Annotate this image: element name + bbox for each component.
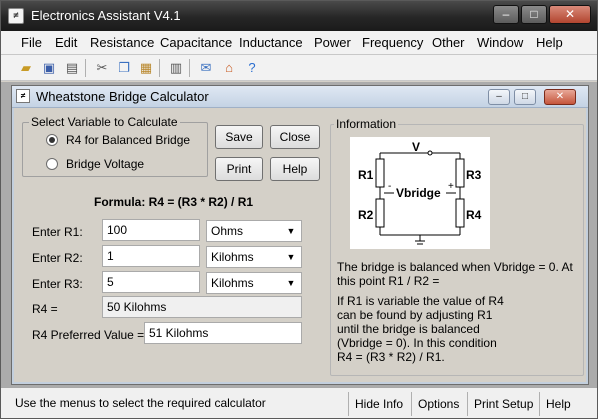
diagram-plus-label: + [448, 181, 454, 192]
print-button[interactable]: Print [215, 157, 263, 181]
wheatstone-diagram: V R1 R3 R2 R4 - + Vbridge [350, 137, 490, 249]
r1-resistor [375, 158, 385, 188]
r2-input[interactable]: 1 [102, 245, 200, 267]
status-text: Use the menus to select the required cal… [15, 396, 266, 410]
r1-input[interactable]: 100 [102, 219, 200, 241]
radio-r4[interactable] [46, 134, 58, 146]
options-button[interactable]: Options [411, 392, 459, 416]
toolbar-separator [159, 59, 160, 77]
r4-result: 50 Kilohms [102, 296, 302, 318]
maximize-button[interactable]: □ [521, 5, 547, 24]
r2-unit-select[interactable]: Kilohms ▼ [206, 246, 302, 268]
toolbar-separator [189, 59, 190, 77]
r3-resistor [455, 158, 465, 188]
help-button[interactable]: Help [270, 157, 320, 181]
diagram-r3-label: R3 [466, 168, 482, 182]
menu-power[interactable]: Power [314, 35, 351, 50]
r3-label: Enter R3: [32, 277, 83, 291]
status-help-button[interactable]: Help [539, 392, 571, 416]
toolbar: ▰ ▣ ▤ ✂ ❐ ▦ ▥ ✉ ⌂ ? [1, 55, 597, 81]
diagram-r1-label: R1 [358, 168, 374, 182]
calculator-window-icon: ≠ [16, 89, 30, 103]
chevron-down-icon: ▼ [286, 226, 296, 236]
toolbar-separator [85, 59, 86, 77]
menu-window[interactable]: Window [477, 35, 523, 50]
diagram-r2-label: R2 [358, 208, 374, 222]
help-circle-icon[interactable]: ? [243, 59, 261, 77]
print-setup-button[interactable]: Print Setup [467, 392, 533, 416]
r1-unit-select[interactable]: Ohms ▼ [206, 220, 302, 242]
child-close-button[interactable]: ✕ [544, 89, 576, 105]
window-title: Electronics Assistant V4.1 [31, 8, 181, 23]
save-disk-icon[interactable]: ▣ [40, 59, 58, 77]
chevron-down-icon: ▼ [286, 278, 296, 288]
child-window-title: Wheatstone Bridge Calculator [36, 89, 209, 104]
mail-icon[interactable]: ✉ [197, 59, 215, 77]
menu-inductance[interactable]: Inductance [239, 35, 303, 50]
r1-label: Enter R1: [32, 225, 83, 239]
r3-unit-select[interactable]: Kilohms ▼ [206, 272, 302, 294]
menu-bar: File Edit Resistance Capacitance Inducta… [1, 31, 597, 55]
child-restore-button[interactable]: □ [514, 89, 536, 105]
paste-icon[interactable]: ▦ [137, 59, 155, 77]
printer-icon[interactable]: ▤ [63, 59, 81, 77]
formula-text: Formula: R4 = (R3 * R2) / R1 [94, 195, 254, 209]
chevron-down-icon: ▼ [286, 252, 296, 262]
menu-capacitance[interactable]: Capacitance [160, 35, 232, 50]
menu-file[interactable]: File [21, 35, 42, 50]
app-icon: ≠ [8, 8, 24, 24]
r4-preferred-result: 51 Kilohms [144, 322, 302, 344]
radio-bridge-voltage[interactable] [46, 158, 58, 170]
diagram-r4-label: R4 [466, 208, 482, 222]
close-button[interactable]: Close [270, 125, 320, 149]
r4-resistor [455, 198, 465, 228]
title-bar: ≠ Electronics Assistant V4.1 – □ ✕ [1, 1, 597, 31]
diagram-minus-label: - [388, 181, 391, 192]
information-label: Information [334, 117, 399, 131]
status-bar: Use the menus to select the required cal… [1, 387, 597, 418]
menu-other[interactable]: Other [432, 35, 465, 50]
info-text-balanced: The bridge is balanced when Vbridge = 0.… [337, 260, 573, 288]
r4-label: R4 = [32, 302, 58, 316]
save-button[interactable]: Save [215, 125, 263, 149]
main-window: ≠ Electronics Assistant V4.1 – □ ✕ File … [0, 0, 598, 419]
r2-label: Enter R2: [32, 251, 83, 265]
diagram-vbridge-label: Vbridge [396, 186, 441, 200]
child-minimize-button[interactable]: – [488, 89, 510, 105]
scissors-icon[interactable]: ✂ [93, 59, 111, 77]
select-variable-label: Select Variable to Calculate [29, 115, 180, 129]
child-title-bar: ≠ Wheatstone Bridge Calculator – □ ✕ [12, 86, 588, 108]
radio-voltage-row[interactable]: Bridge Voltage [46, 157, 144, 171]
home-icon[interactable]: ⌂ [220, 59, 238, 77]
diagram-v-label: V [412, 140, 420, 154]
r2-resistor [375, 198, 385, 228]
r4-preferred-label: R4 Preferred Value = [32, 328, 145, 342]
mdi-client-area: ≠ Wheatstone Bridge Calculator – □ ✕ Sel… [1, 82, 597, 387]
r3-input[interactable]: 5 [102, 271, 200, 293]
hide-info-button[interactable]: Hide Info [348, 392, 403, 416]
r2-unit-value: Kilohms [211, 250, 254, 264]
open-folder-icon[interactable]: ▰ [17, 59, 35, 77]
radio-voltage-label: Bridge Voltage [66, 157, 145, 171]
menu-help[interactable]: Help [536, 35, 563, 50]
calculator-icon[interactable]: ▥ [167, 59, 185, 77]
menu-frequency[interactable]: Frequency [362, 35, 423, 50]
window-controls: – □ ✕ [493, 5, 591, 24]
r3-unit-value: Kilohms [211, 276, 254, 290]
info-text-variable: If R1 is variable the value of R4 can be… [337, 294, 504, 364]
menu-edit[interactable]: Edit [55, 35, 77, 50]
radio-r4-label: R4 for Balanced Bridge [66, 133, 191, 147]
close-window-button[interactable]: ✕ [549, 5, 591, 24]
menu-resistance[interactable]: Resistance [90, 35, 154, 50]
copy-icon[interactable]: ❐ [115, 59, 133, 77]
wheatstone-window: ≠ Wheatstone Bridge Calculator – □ ✕ Sel… [11, 85, 589, 385]
radio-r4-row[interactable]: R4 for Balanced Bridge [46, 133, 190, 147]
minimize-button[interactable]: – [493, 5, 519, 24]
r1-unit-value: Ohms [211, 224, 244, 238]
